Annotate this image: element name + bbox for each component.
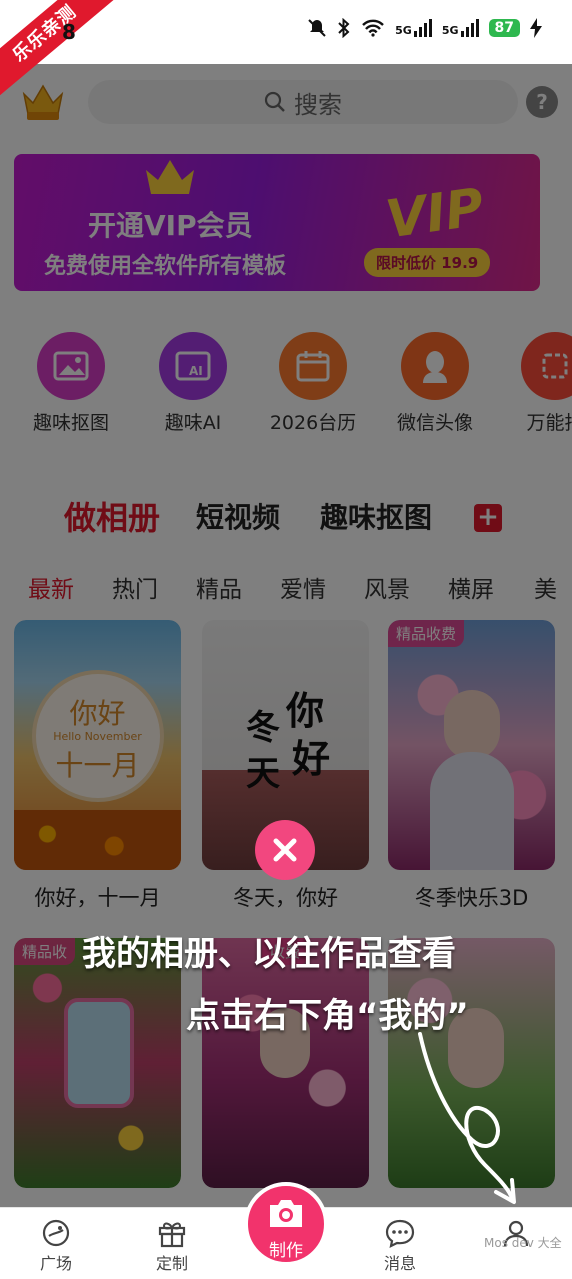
battery-indicator: 87 [488, 19, 520, 37]
nav-label: 广场 [39, 1254, 72, 1273]
gift-icon [156, 1218, 188, 1248]
make-button[interactable]: 制作 [244, 1182, 328, 1266]
wifi-icon [362, 19, 384, 37]
nav-square[interactable]: 广场 [16, 1218, 96, 1274]
nav-messages[interactable]: 消息 [360, 1218, 440, 1274]
signal-1: 5G [395, 19, 432, 37]
signal-2: 5G [442, 19, 479, 37]
network-label: 5G [441, 24, 459, 37]
watermark: Mos dev 大全 [484, 1236, 562, 1250]
make-label: 制作 [269, 1241, 303, 1261]
bluetooth-icon [338, 18, 350, 38]
camera-icon [248, 1196, 324, 1234]
nav-label: 定制 [155, 1254, 188, 1273]
close-icon [273, 838, 297, 862]
close-overlay-button[interactable] [255, 820, 315, 880]
status-icons: 5G 5G 87 [307, 18, 542, 38]
mute-icon [308, 19, 326, 37]
nav-custom[interactable]: 定制 [132, 1218, 212, 1274]
status-bar: 乐乐亲测 8 5G 5G 87 [0, 0, 572, 96]
clock: 8 [62, 20, 76, 44]
charging-icon [530, 18, 542, 38]
network-label: 5G [395, 24, 412, 37]
hint-line-1: 我的相册、以往作品查看 [82, 934, 456, 974]
planet-icon [40, 1218, 72, 1248]
guide-arrow-icon [418, 1032, 516, 1204]
chat-bubble-icon [384, 1218, 416, 1248]
nav-label: 消息 [383, 1254, 416, 1273]
